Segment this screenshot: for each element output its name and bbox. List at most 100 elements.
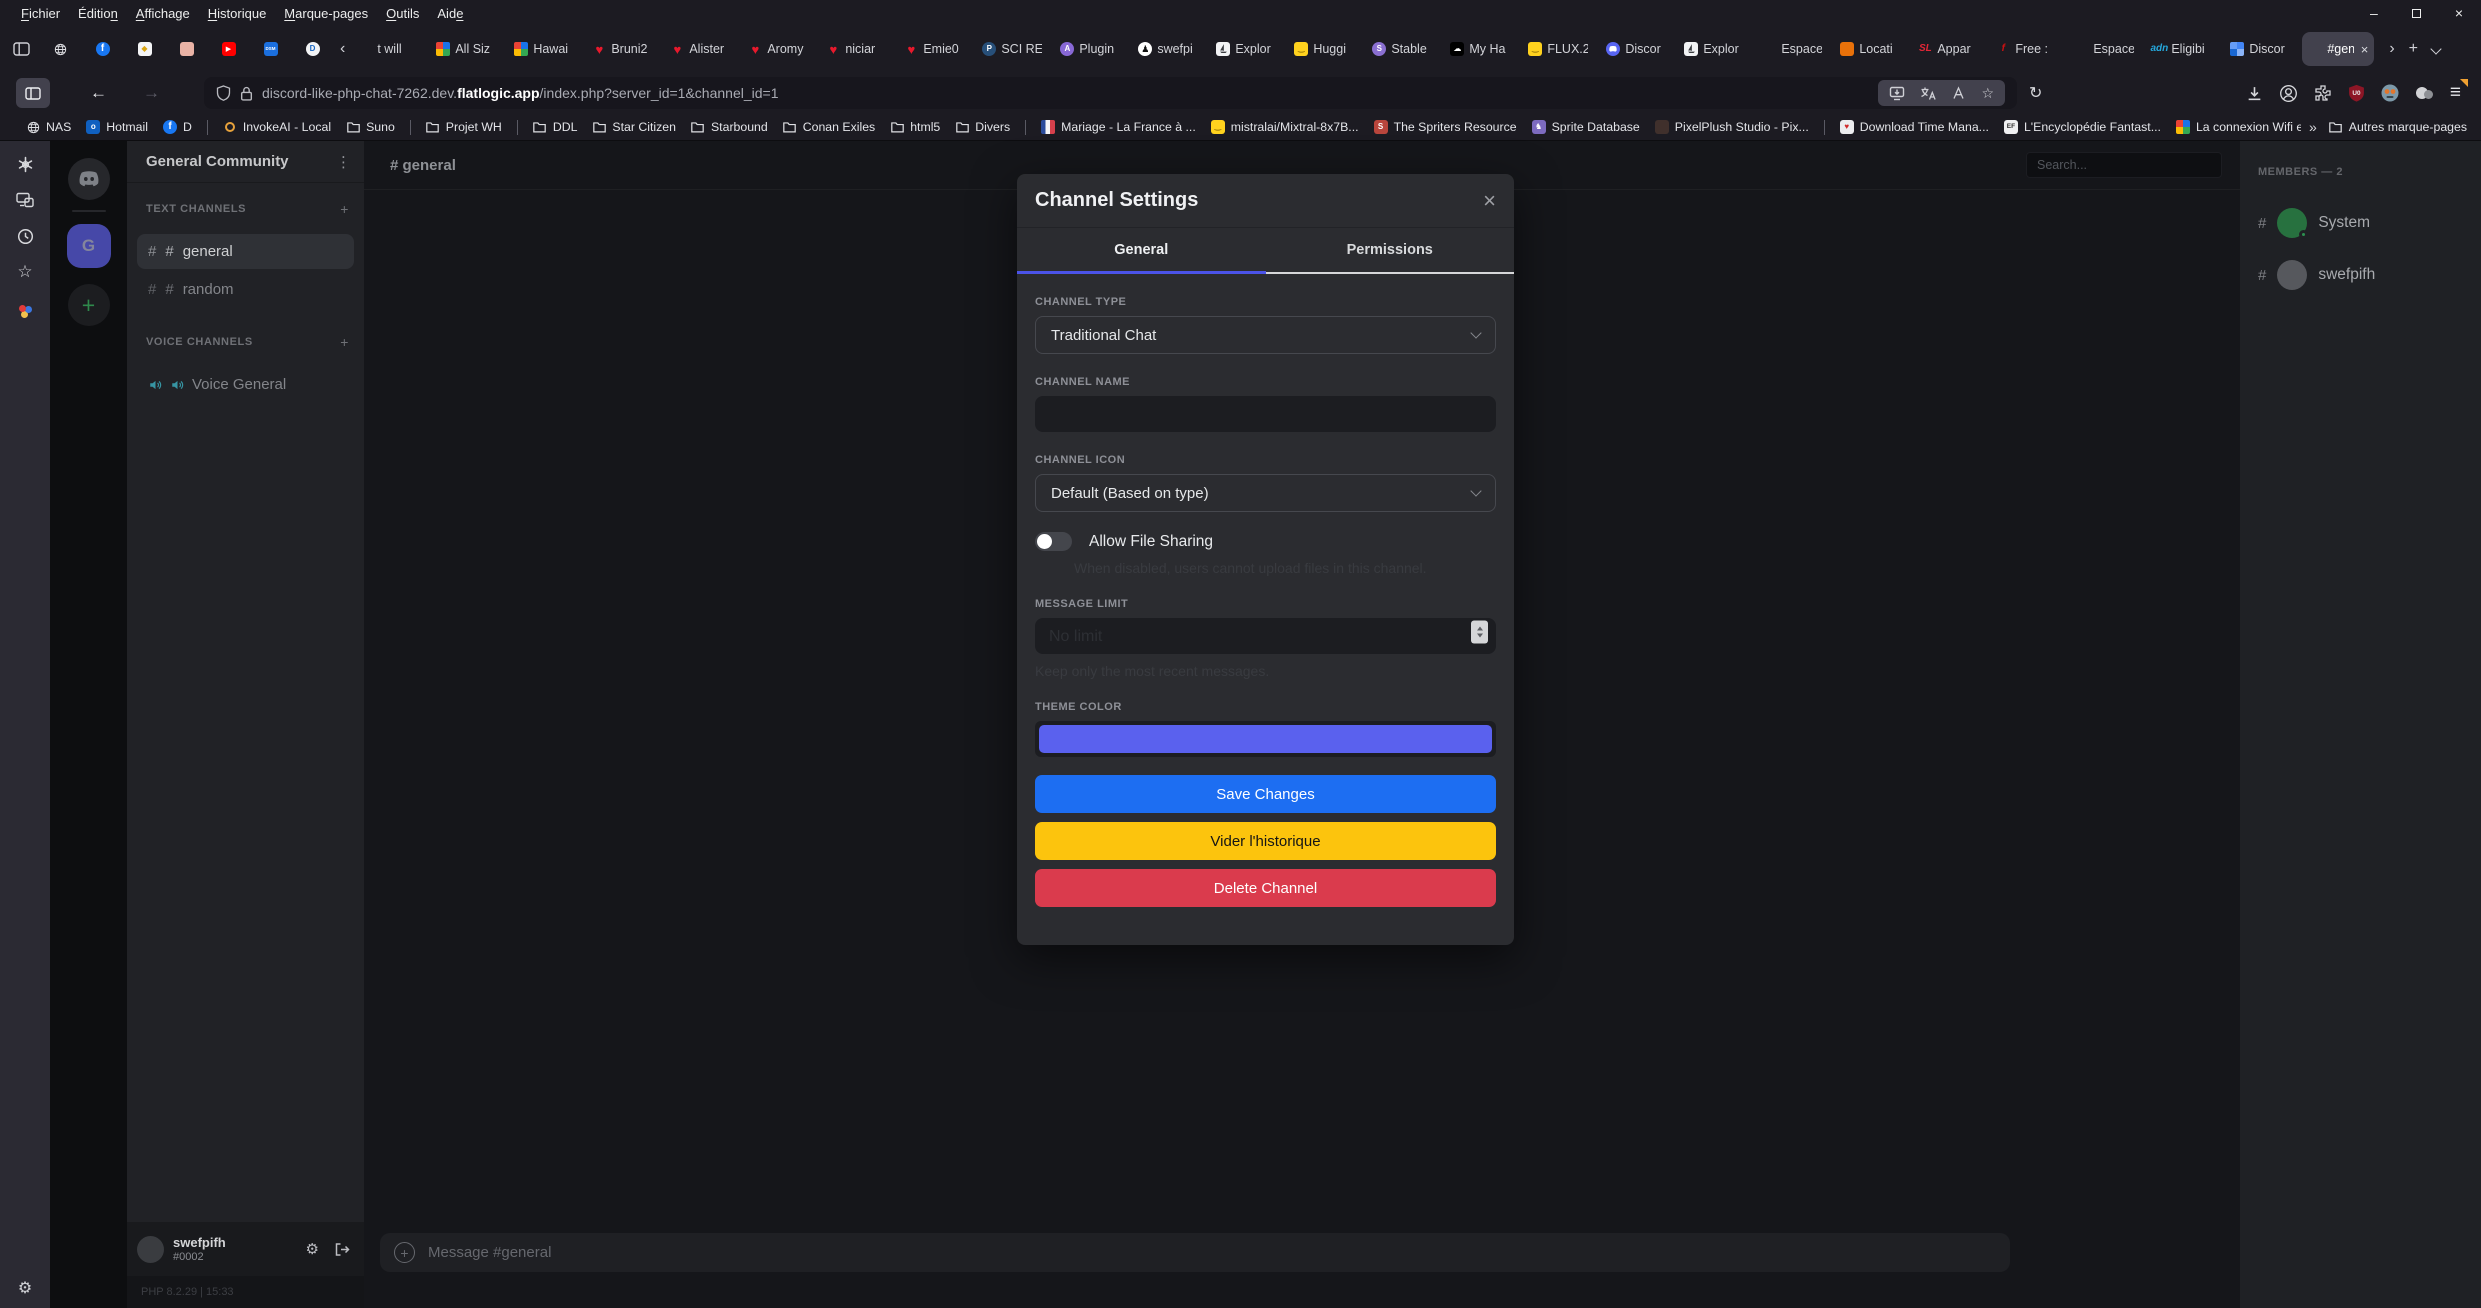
- reader-icon[interactable]: [1951, 86, 1966, 101]
- browser-tab[interactable]: t will: [352, 32, 424, 66]
- discord-home-button[interactable]: [68, 158, 110, 200]
- message-input[interactable]: + Message #general: [380, 1233, 2010, 1272]
- devices-icon[interactable]: [16, 191, 34, 209]
- browser-tab[interactable]: ♥Aromy: [742, 32, 814, 66]
- channel-icon-select[interactable]: Default (Based on type): [1035, 474, 1496, 512]
- bookmark-item[interactable]: Star Citizen: [592, 120, 676, 134]
- menu-item[interactable]: Marque-pages: [275, 3, 377, 24]
- channel-type-select[interactable]: Traditional Chat: [1035, 316, 1496, 354]
- browser-tab[interactable]: ♥niciar: [820, 32, 892, 66]
- sidebar-settings-gear-icon[interactable]: ⚙: [18, 1278, 32, 1298]
- scroll-tabs-right-button[interactable]: ›: [2382, 38, 2401, 60]
- modal-button[interactable]: Vider l'historique: [1035, 822, 1496, 860]
- browser-tab[interactable]: Discor: [2224, 32, 2296, 66]
- bookmark-item[interactable]: La connexion Wifi et E...: [2176, 120, 2301, 134]
- menu-item[interactable]: Fichier: [12, 3, 69, 24]
- bookmark-item[interactable]: ♥Download Time Mana...: [1840, 120, 1989, 134]
- bookmark-item[interactable]: Suno: [346, 120, 395, 134]
- browser-tab[interactable]: ☁My Ha: [1444, 32, 1516, 66]
- pinned-tab[interactable]: D: [304, 42, 321, 56]
- browser-tab[interactable]: adnEligibi: [2146, 32, 2218, 66]
- browser-tab[interactable]: Espace abo: [2068, 32, 2140, 66]
- translate-icon[interactable]: [1920, 86, 1936, 101]
- sidebar-toggle-button[interactable]: [16, 78, 50, 108]
- bookmark-item[interactable]: SThe Spriters Resource: [1374, 120, 1517, 134]
- bookmark-item[interactable]: EFL'Encyclopédie Fantast...: [2004, 120, 2161, 134]
- modal-button[interactable]: Delete Channel: [1035, 869, 1496, 907]
- bookmark-item[interactable]: Starbound: [691, 120, 768, 134]
- extension-avatar-icon[interactable]: [2381, 84, 2399, 102]
- bookmark-item[interactable]: fD: [163, 120, 192, 134]
- server-menu-kebab-icon[interactable]: ⋮: [336, 153, 351, 171]
- browser-tab[interactable]: ♥Emie0: [898, 32, 970, 66]
- channel-name-input[interactable]: [1035, 396, 1496, 432]
- modal-button[interactable]: Save Changes: [1035, 775, 1496, 813]
- list-tabs-button[interactable]: [2425, 38, 2447, 60]
- firefox-view-button[interactable]: [6, 33, 36, 65]
- bookmark-item[interactable]: Mariage - La France à ...: [1041, 120, 1196, 134]
- number-spinner[interactable]: [1471, 621, 1488, 644]
- modal-close-icon[interactable]: ×: [1483, 188, 1496, 214]
- bookmark-item[interactable]: DDL: [533, 120, 578, 134]
- menu-item[interactable]: Affichage: [127, 3, 199, 24]
- attach-plus-icon[interactable]: +: [394, 1242, 415, 1263]
- message-limit-input[interactable]: [1035, 618, 1496, 654]
- bookmark-item[interactable]: NAS: [26, 120, 71, 134]
- bookmark-item[interactable]: ♞Sprite Database: [1532, 120, 1640, 134]
- browser-tab[interactable]: All Siz: [430, 32, 502, 66]
- browser-tab[interactable]: APlugin: [1054, 32, 1126, 66]
- user-settings-gear-icon[interactable]: ⚙: [306, 1240, 319, 1258]
- browser-tab[interactable]: PSCI RE: [976, 32, 1048, 66]
- browser-tab[interactable]: Explor: [1210, 32, 1282, 66]
- history-icon[interactable]: [17, 227, 34, 245]
- channel-item-random[interactable]: ##random: [137, 272, 354, 307]
- url-bar[interactable]: discord-like-php-chat-7262.dev.flatlogic…: [204, 77, 2017, 109]
- menu-item[interactable]: Outils: [377, 3, 428, 24]
- extension-gray-icon[interactable]: [2415, 85, 2434, 101]
- close-tab-icon[interactable]: ×: [2361, 42, 2369, 57]
- file-sharing-toggle[interactable]: [1035, 532, 1072, 551]
- browser-tab[interactable]: fFree :: [1990, 32, 2062, 66]
- search-input[interactable]: [2026, 152, 2222, 178]
- pinned-tab[interactable]: f: [94, 42, 111, 56]
- save-page-icon[interactable]: [1889, 86, 1905, 101]
- pinned-tab[interactable]: ◆: [136, 42, 153, 56]
- member-row[interactable]: #System: [2258, 208, 2481, 238]
- server-header[interactable]: General Community ⋮: [127, 141, 364, 183]
- pinned-tab[interactable]: DSM: [262, 42, 279, 56]
- bookmark-item[interactable]: ‿mistralai/Mixtral-8x7B...: [1211, 120, 1359, 134]
- bookmark-item[interactable]: html5: [890, 120, 940, 134]
- voice-channel-item[interactable]: Voice General: [137, 367, 354, 402]
- pinned-tab[interactable]: ▶: [220, 42, 237, 56]
- bookmark-item[interactable]: InvokeAI - Local: [223, 120, 331, 134]
- logout-icon[interactable]: [334, 1242, 350, 1257]
- add-server-button[interactable]: +: [68, 284, 110, 326]
- browser-tab[interactable]: #genera×: [2302, 32, 2374, 66]
- palette-icon[interactable]: [19, 299, 32, 317]
- modal-tab-permissions[interactable]: Permissions: [1266, 228, 1515, 272]
- browser-tab[interactable]: ‿Huggi: [1288, 32, 1360, 66]
- channel-item-general[interactable]: ##general: [137, 234, 354, 269]
- browser-tab[interactable]: SStable: [1366, 32, 1438, 66]
- member-row[interactable]: #swefpifh: [2258, 260, 2481, 290]
- bookmark-item[interactable]: PixelPlush Studio - Pix...: [1655, 120, 1809, 134]
- add-text-channel-button[interactable]: +: [340, 201, 349, 217]
- browser-tab[interactable]: Hawai: [508, 32, 580, 66]
- menu-item[interactable]: Édition: [69, 3, 127, 24]
- pinned-tab[interactable]: [52, 42, 69, 56]
- menu-item[interactable]: Aide: [428, 3, 472, 24]
- account-icon[interactable]: [2279, 84, 2298, 103]
- browser-tab[interactable]: Espace clie: [1756, 32, 1828, 66]
- bookmarks-overflow-button[interactable]: »: [2309, 119, 2317, 135]
- minimize-button[interactable]: –: [2370, 5, 2378, 21]
- add-voice-channel-button[interactable]: +: [340, 334, 349, 350]
- bookmark-item[interactable]: Conan Exiles: [783, 120, 875, 134]
- other-bookmarks-button[interactable]: Autres marque-pages: [2329, 120, 2467, 134]
- extensions-icon[interactable]: [2314, 84, 2332, 102]
- browser-tab[interactable]: Locati: [1834, 32, 1906, 66]
- server-icon-general[interactable]: G: [67, 224, 111, 268]
- maximize-button[interactable]: [2412, 5, 2421, 21]
- back-button[interactable]: ←: [84, 83, 113, 103]
- browser-tab[interactable]: SLAppar: [1912, 32, 1984, 66]
- browser-tab[interactable]: ‿FLUX.2: [1522, 32, 1594, 66]
